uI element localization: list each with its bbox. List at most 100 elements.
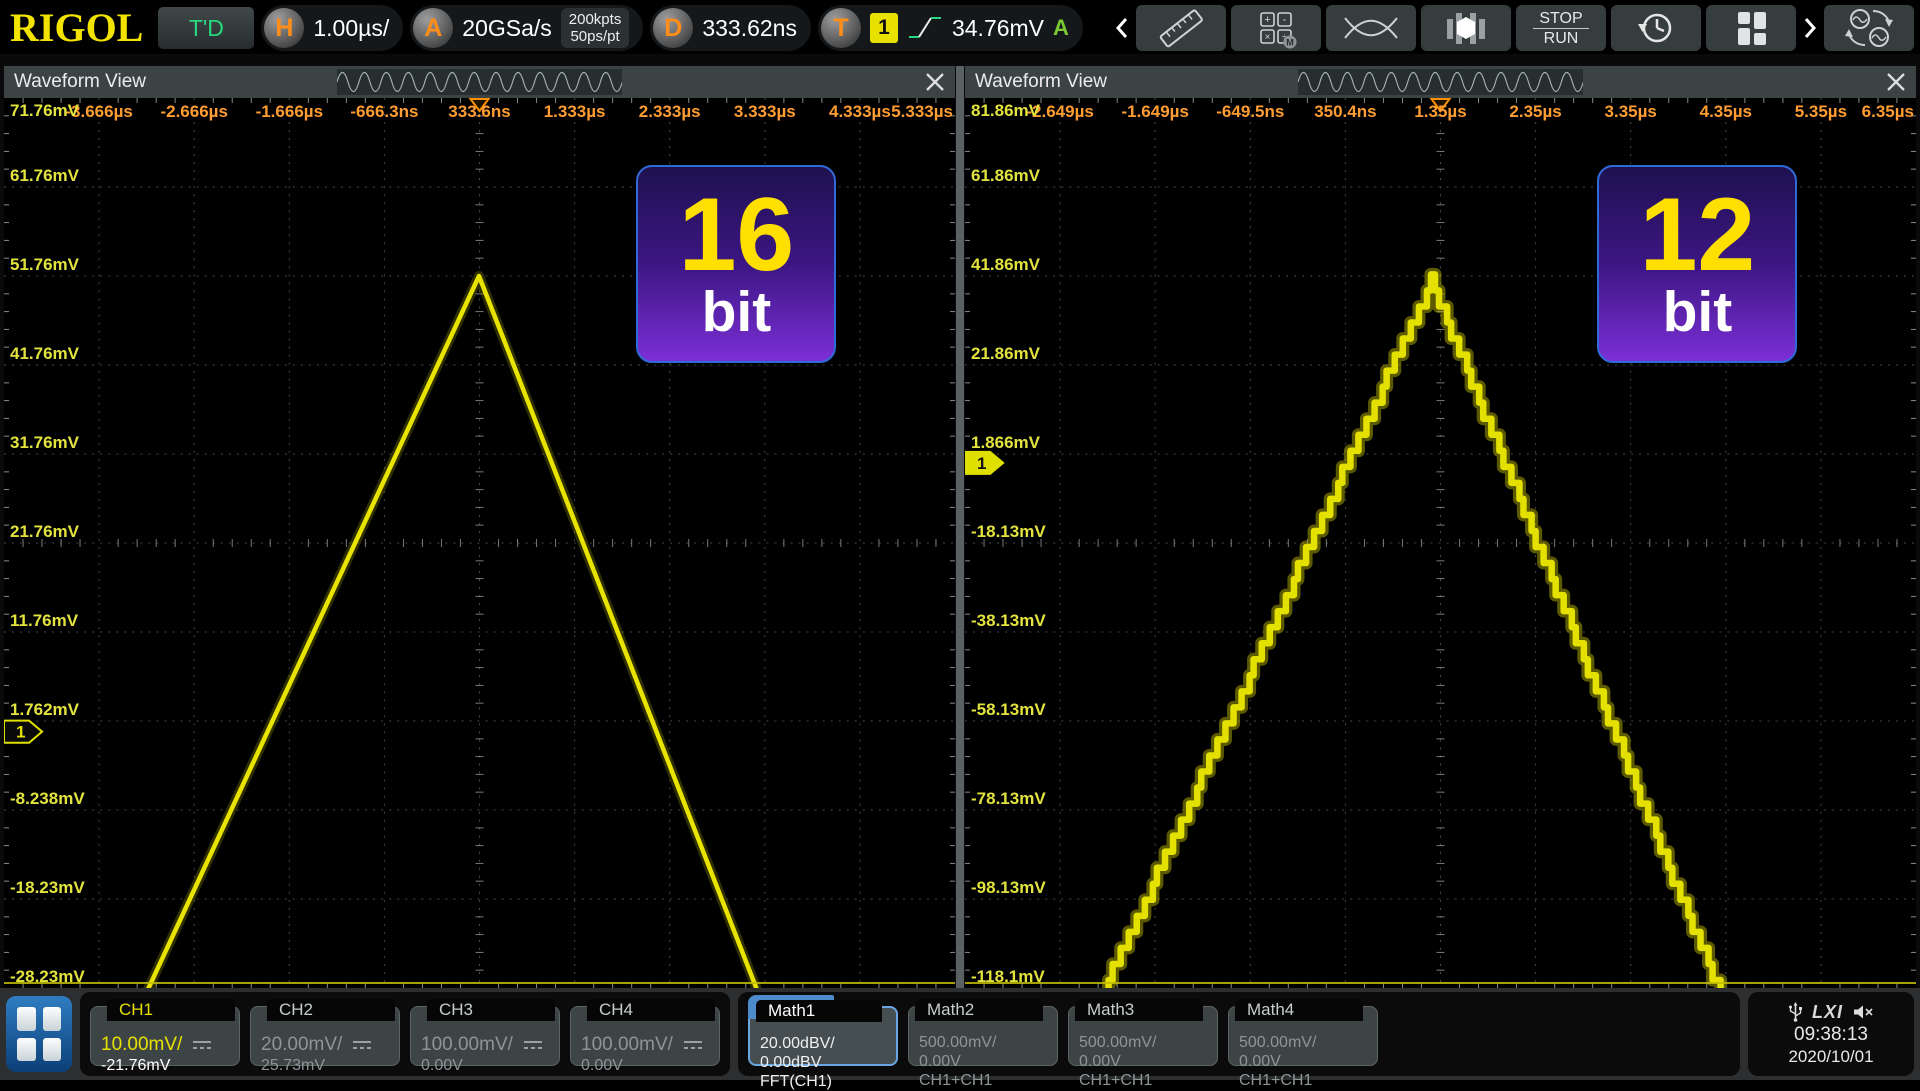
close-panel-button[interactable]	[921, 68, 949, 96]
x-axis-label: 3.35µs	[1605, 102, 1657, 122]
panel-header: Waveform View	[965, 66, 1916, 98]
x-axis-label: 333.6ns	[448, 102, 510, 122]
math-operations-icon: + - × ÷ M	[1253, 7, 1299, 49]
menu-button[interactable]	[6, 996, 72, 1072]
history-button[interactable]	[1611, 5, 1701, 51]
measure-ruler-icon	[1154, 7, 1208, 49]
close-panel-button[interactable]	[1882, 68, 1910, 96]
math-expression: FFT(CH1)	[760, 1072, 886, 1091]
horizontal-scale-value: 1.00µs/	[313, 15, 389, 42]
trigger-key-icon: T	[821, 8, 861, 48]
math-offset-value: 0.00V	[1079, 1052, 1207, 1071]
trigger-status-button[interactable]: T'D	[158, 7, 254, 49]
y-axis-label: 21.86mV	[971, 344, 1040, 364]
y-axis-label: -28.23mV	[10, 967, 85, 987]
dc-coupling-icon	[683, 1039, 703, 1051]
acquire-pill[interactable]: A 20GSa/s 200kpts 50ps/pt	[410, 5, 643, 51]
y-axis-label: 61.86mV	[971, 166, 1040, 186]
math-scale-value: 500.00mV/	[919, 1034, 1047, 1052]
x-axis-label: 4.35µs	[1700, 102, 1752, 122]
math-offset-value: 0.00dBV	[760, 1053, 886, 1072]
system-status-box: LXI 09:38:13 2020/10/01	[1748, 992, 1914, 1076]
trigger-source-badge: 1	[870, 13, 898, 43]
trigger-mode-value: A	[1053, 15, 1069, 41]
y-axis-label: 61.76mV	[10, 166, 79, 186]
panel-title: Waveform View	[965, 71, 1107, 93]
y-axis-label: -18.23mV	[10, 878, 85, 898]
channel-card-ch1[interactable]: CH110.00mV/-21.76mV	[90, 1006, 240, 1066]
waveform-overview-strip[interactable]	[1298, 69, 1583, 95]
toolbar-scroll-right-button[interactable]	[1801, 5, 1819, 51]
memory-depth-value: 200kpts	[569, 11, 622, 28]
toolbar-scroll-left-button[interactable]	[1113, 5, 1131, 51]
channel-scale-value: 100.00mV/	[421, 1034, 549, 1056]
delay-value: 333.62ns	[702, 15, 797, 42]
math-button[interactable]: + - × ÷ M	[1231, 5, 1321, 51]
clock-time: 09:38:13	[1794, 1023, 1868, 1046]
math-card-math4[interactable]: Math4500.00mV/0.00VCH1+CH1	[1228, 1006, 1378, 1066]
usb-icon	[1788, 1002, 1803, 1022]
channel1-offset-marker[interactable]: 1	[4, 721, 42, 743]
dc-coupling-icon	[352, 1039, 372, 1051]
rising-edge-icon	[907, 13, 943, 43]
math-card-math1[interactable]: Math120.00dBV/0.00dBVFFT(CH1)	[748, 1006, 898, 1066]
lxi-logo: LXI	[1812, 1002, 1843, 1023]
source-swap-button[interactable]	[1824, 5, 1914, 51]
y-axis-label: -38.13mV	[971, 611, 1046, 631]
channel-card-ch2[interactable]: CH220.00mV/25.73mV	[250, 1006, 400, 1066]
overview-sine-icon	[337, 69, 622, 95]
channel-offset-value: 25.73mV	[261, 1056, 389, 1075]
x-axis-label: 5.333µs	[891, 102, 953, 122]
measure-button[interactable]	[1136, 5, 1226, 51]
channel-card-ch3[interactable]: CH3100.00mV/0.00V	[410, 1006, 560, 1066]
channel1-offset-marker[interactable]: 1	[965, 452, 1003, 474]
top-status-bar: RIGOL T'D H 1.00µs/ A 20GSa/s 200kpts 50…	[0, 0, 1920, 54]
x-axis-label: 2.35µs	[1509, 102, 1561, 122]
delay-pill[interactable]: D 333.62ns	[650, 5, 811, 51]
chevron-right-icon	[1803, 16, 1817, 40]
math-scale-value: 500.00mV/	[1079, 1034, 1207, 1052]
window-layout-icon	[1729, 7, 1773, 49]
svg-text:×: ×	[1265, 32, 1271, 43]
trigger-pill[interactable]: T 1 34.76mV A	[818, 5, 1083, 51]
dc-coupling-icon	[192, 1039, 212, 1051]
panel-divider[interactable]	[956, 66, 964, 988]
source-swap-icon	[1843, 5, 1895, 51]
speaker-muted-icon	[1852, 1004, 1874, 1020]
y-axis-label: -58.13mV	[971, 700, 1046, 720]
math-card-math3[interactable]: Math3500.00mV/0.00VCH1+CH1	[1068, 1006, 1218, 1066]
math-offset-value: 0.00V	[1239, 1052, 1367, 1071]
y-axis-label: 1.866mV	[971, 433, 1040, 453]
math-expression: CH1+CH1	[1079, 1071, 1207, 1090]
mask-test-button[interactable]	[1421, 5, 1511, 51]
history-icon	[1635, 7, 1677, 49]
svg-text:+: +	[1264, 14, 1270, 26]
channel-offset-value: 0.00V	[581, 1056, 709, 1075]
eye-diagram-button[interactable]	[1326, 5, 1416, 51]
y-axis-label: -118.1mV	[971, 967, 1045, 987]
channel-card-ch4[interactable]: CH4100.00mV/0.00V	[570, 1006, 720, 1066]
card-tab-label: Math1	[756, 1000, 882, 1022]
horizontal-scale-pill[interactable]: H 1.00µs/	[261, 5, 403, 51]
sample-rate-value: 20GSa/s	[462, 15, 552, 42]
window-layout-button[interactable]	[1706, 5, 1796, 51]
waveform-plot-12bit[interactable]: 1 12 bit -2.649µs-1.649µs-649.5ns350.4ns…	[965, 98, 1916, 988]
x-axis-label: -1.666µs	[256, 102, 323, 122]
stop-run-button[interactable]: STOP RUN	[1516, 5, 1606, 51]
delay-key-icon: D	[653, 8, 693, 48]
svg-text:M: M	[1286, 38, 1294, 48]
sample-resolution-value: 50ps/pt	[569, 28, 622, 45]
toolbar: + - × ÷ M STOP	[1113, 5, 1914, 51]
menu-grid-icon	[43, 1007, 62, 1031]
y-axis-label: -8.238mV	[10, 789, 85, 809]
trigger-level-value: 34.76mV	[952, 15, 1044, 42]
math-scale-value: 20.00dBV/	[760, 1035, 886, 1053]
waveform-plot-16bit[interactable]: 1 16 bit -3.666µs-2.666µs-1.666µs-666.3n…	[4, 98, 955, 988]
y-axis-label: 41.76mV	[10, 344, 79, 364]
waveform-overview-strip[interactable]	[337, 69, 622, 95]
math-card-math2[interactable]: Math2500.00mV/0.00VCH1+CH1	[908, 1006, 1058, 1066]
y-axis-label: 51.76mV	[10, 255, 79, 275]
rigol-logo: RIGOL	[10, 4, 143, 52]
waveform-stage: Waveform View 1 16 bit -3.666µs-2.666µs-…	[0, 54, 1920, 988]
bit-depth-badge-12: 12 bit	[1597, 165, 1797, 363]
